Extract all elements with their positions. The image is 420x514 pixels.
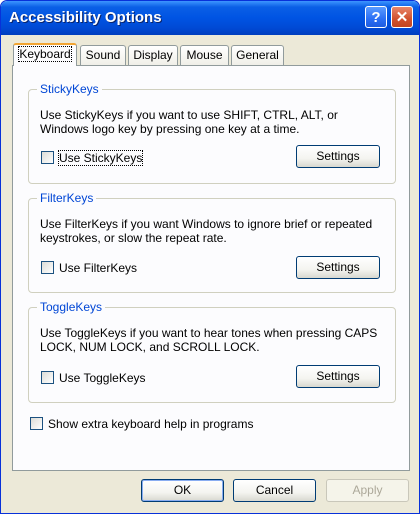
help-button[interactable]: ?: [365, 6, 387, 28]
tab-display[interactable]: Display: [128, 45, 178, 65]
ok-button-label: OK: [173, 483, 192, 497]
close-icon: ✕: [395, 9, 409, 26]
ok-button[interactable]: OK: [141, 479, 224, 502]
cancel-button[interactable]: Cancel: [233, 479, 316, 502]
tab-label: Display: [133, 48, 173, 62]
togglekeys-group: ToggleKeys Use ToggleKeys if you want to…: [28, 300, 396, 403]
settings-button-label: Settings: [316, 260, 360, 274]
tab-sound[interactable]: Sound: [80, 45, 126, 65]
use-togglekeys-label[interactable]: Use ToggleKeys: [59, 371, 146, 385]
window-title: Accessibility Options: [9, 9, 162, 26]
tab-label: Mouse: [186, 48, 223, 62]
help-icon: ?: [371, 8, 381, 26]
settings-button-label: Settings: [316, 369, 360, 383]
apply-button[interactable]: Apply: [326, 479, 409, 502]
apply-button-label: Apply: [352, 483, 383, 497]
filterkeys-group: FilterKeys Use FilterKeys if you want Wi…: [28, 191, 396, 293]
extra-keyboard-help-checkbox[interactable]: [30, 417, 43, 430]
tab-mouse[interactable]: Mouse: [180, 45, 229, 65]
title-bar[interactable]: Accessibility Options ? ✕: [1, 1, 419, 35]
use-stickykeys-checkbox[interactable]: [41, 151, 54, 164]
filterkeys-description: Use FilterKeys if you want Windows to ig…: [40, 217, 373, 245]
use-filterkeys-checkbox[interactable]: [41, 261, 54, 274]
tab-label: Sound: [85, 48, 121, 62]
tab-panel-keyboard: StickyKeys Use StickyKeys if you want to…: [12, 65, 410, 471]
cancel-button-label: Cancel: [255, 483, 294, 497]
stickykeys-description: Use StickyKeys if you want to use SHIFT,…: [40, 108, 338, 136]
use-filterkeys-label[interactable]: Use FilterKeys: [59, 261, 137, 275]
stickykeys-settings-button[interactable]: Settings: [296, 145, 380, 168]
togglekeys-settings-button[interactable]: Settings: [296, 365, 380, 388]
filterkeys-settings-button[interactable]: Settings: [296, 256, 380, 279]
stickykeys-group: StickyKeys Use StickyKeys if you want to…: [28, 82, 396, 184]
tab-label: General: [236, 48, 279, 62]
tab-general[interactable]: General: [231, 45, 284, 65]
dialog-window: Accessibility Options ? ✕ Keyboard Sound…: [0, 0, 420, 514]
togglekeys-description: Use ToggleKeys if you want to hear tones…: [40, 326, 378, 354]
use-stickykeys-label[interactable]: Use StickyKeys: [57, 150, 144, 166]
stickykeys-title: StickyKeys: [37, 82, 102, 96]
filterkeys-title: FilterKeys: [37, 191, 97, 205]
tab-keyboard[interactable]: Keyboard: [13, 43, 77, 66]
settings-button-label: Settings: [316, 149, 360, 163]
use-togglekeys-checkbox[interactable]: [41, 371, 54, 384]
tab-label: Keyboard: [18, 46, 72, 62]
togglekeys-title: ToggleKeys: [37, 300, 106, 314]
close-button[interactable]: ✕: [391, 6, 413, 28]
extra-keyboard-help-label[interactable]: Show extra keyboard help in programs: [48, 417, 253, 431]
